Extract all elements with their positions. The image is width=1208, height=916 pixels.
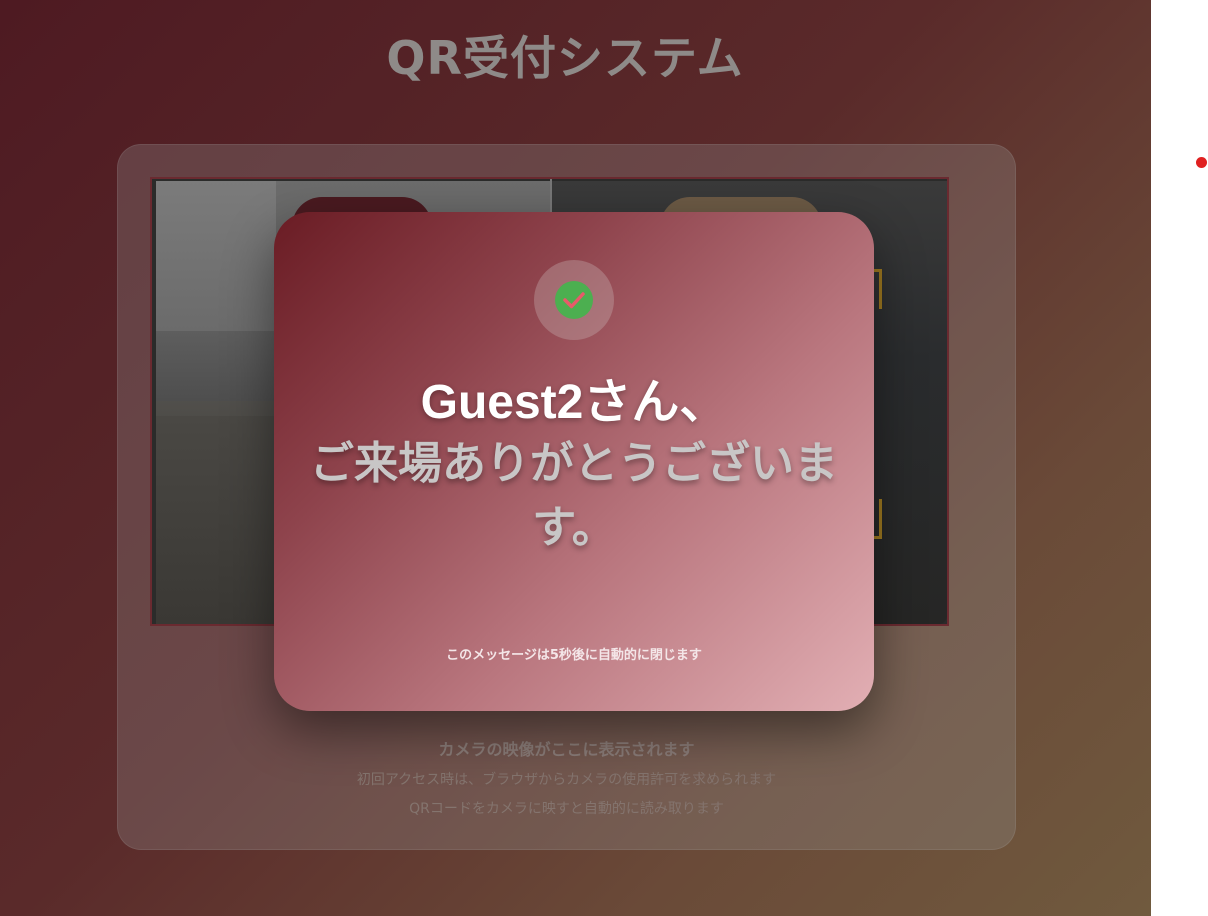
keyboard-image bbox=[156, 181, 276, 331]
qr-scan-note: QRコードをカメラに映すと自動的に読み取ります bbox=[409, 801, 724, 817]
success-badge bbox=[534, 260, 614, 340]
keyboard-edge-image bbox=[156, 331, 276, 401]
welcome-message: ご来場ありがとうございます。 bbox=[310, 438, 838, 553]
status-indicator-dot bbox=[1196, 157, 1207, 168]
auto-close-note: このメッセージは5秒後に自動的に閉じます bbox=[446, 648, 702, 663]
app-background: QR受付システム カメラの映像がここに表示されます 初回アクセス時は、ブラウザか… bbox=[0, 0, 1151, 916]
check-circle-icon bbox=[555, 281, 593, 319]
guest-greeting-name: Guest2さん、 bbox=[420, 376, 728, 429]
camera-permission-note: 初回アクセス時は、ブラウザからカメラの使用許可を求められます bbox=[356, 772, 777, 788]
welcome-modal[interactable]: Guest2さん、 ご来場ありがとうございます。 このメッセージは5秒後に自動的… bbox=[274, 212, 874, 711]
camera-caption-main: カメラの映像がここに表示されます bbox=[438, 740, 695, 759]
page-title: QR受付システム bbox=[386, 31, 744, 85]
